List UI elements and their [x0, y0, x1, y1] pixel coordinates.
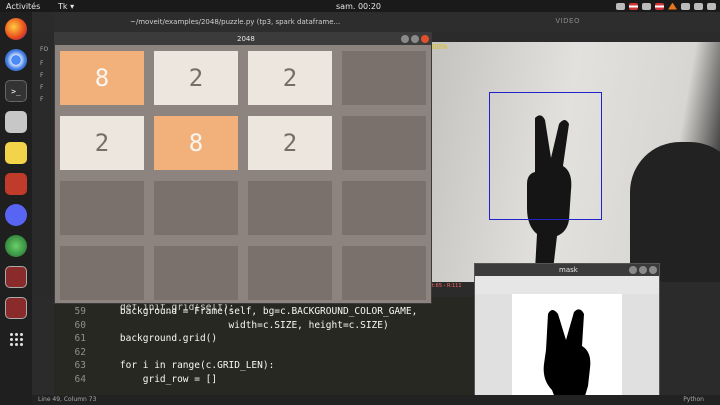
python-window-icon-2[interactable] — [5, 297, 27, 319]
dock: >_ — [0, 12, 32, 405]
line-number: 61 — [74, 333, 86, 344]
keyboard-layout-icon[interactable] — [629, 2, 638, 10]
volume-icon[interactable] — [694, 2, 703, 10]
line-text: background.grid() — [97, 333, 218, 344]
tile-r3-c2 — [248, 246, 332, 300]
code-line: 61 background.grid() — [54, 333, 476, 346]
activities-button[interactable]: Activités — [6, 2, 40, 11]
editor-title: ~/moveit/examples/2048/puzzle.py (tp3, s… — [130, 18, 341, 26]
mask-minimize-button[interactable] — [629, 266, 637, 274]
mask-hand-silhouette — [543, 309, 591, 405]
line-text: for i in range(c.GRID_LEN): — [97, 360, 275, 371]
mask-titlebar[interactable]: mask — [475, 264, 659, 276]
tile-r2-c0 — [60, 181, 144, 235]
file-tree-item[interactable]: F — [40, 72, 43, 79]
line-text: background = Frame(self, bg=c.BACKGROUND… — [97, 306, 418, 317]
maximize-button[interactable] — [411, 35, 419, 43]
line-number: 60 — [74, 319, 86, 331]
file-tree-item[interactable]: F — [40, 96, 43, 103]
discord-icon[interactable] — [5, 204, 27, 226]
files-icon[interactable] — [5, 111, 27, 133]
apps-icon[interactable] — [616, 2, 625, 10]
file-tree-item[interactable]: F — [40, 60, 43, 67]
mask-maximize-button[interactable] — [639, 266, 647, 274]
code-line: 64 grid_row = [] — [54, 374, 476, 387]
video-feed — [432, 42, 720, 282]
wifi-icon[interactable] — [681, 2, 690, 10]
tile-r2-c2 — [248, 181, 332, 235]
app-menu[interactable]: Tk ▾ — [58, 2, 74, 11]
line-number: 63 — [74, 360, 86, 371]
syntax-language[interactable]: Python — [683, 396, 704, 403]
tile-r2-c1 — [154, 181, 238, 235]
tile-r3-c1 — [154, 246, 238, 300]
line-number: 59 — [74, 306, 86, 317]
system-tray[interactable] — [616, 0, 716, 12]
tile-r3-c3 — [342, 246, 426, 300]
show-apps-icon[interactable] — [5, 328, 27, 350]
minimize-button[interactable] — [401, 35, 409, 43]
tile-r1-c0: 2 — [60, 116, 144, 170]
language-icon[interactable] — [655, 2, 664, 10]
tools-icon[interactable] — [5, 173, 27, 195]
file-tree: FO F F F F — [32, 32, 54, 297]
firefox-icon[interactable] — [5, 18, 27, 40]
cursor-position: Line 49, Column 73 — [38, 396, 97, 403]
vlc-icon[interactable] — [668, 2, 677, 10]
tile-r0-c2: 2 — [248, 51, 332, 105]
tile-r3-c0 — [60, 246, 144, 300]
video-window-label: VIDEO — [555, 17, 580, 25]
close-button[interactable] — [421, 35, 429, 43]
code-editor[interactable]: def init_grid(self): 59 background = Fra… — [54, 297, 476, 395]
tile-r2-c3 — [342, 181, 426, 235]
tile-r0-c3 — [342, 51, 426, 105]
editor-titlebar: ~/moveit/examples/2048/puzzle.py (tp3, s… — [54, 12, 720, 32]
game-titlebar[interactable]: 2048 — [55, 33, 431, 45]
tile-r0-c1: 2 — [154, 51, 238, 105]
code-line: 60 width=c.SIZE, height=c.SIZE) — [54, 320, 476, 333]
tile-r1-c3 — [342, 116, 426, 170]
top-panel: Activités Tk ▾ sam. 00:20 — [0, 0, 720, 12]
file-tree-item[interactable]: F — [40, 84, 43, 91]
line-number: 64 — [74, 373, 86, 385]
mask-toolbar — [475, 276, 659, 294]
file-tree-item[interactable]: FO — [40, 46, 48, 53]
code-line: 63 for i in range(c.GRID_LEN): — [54, 360, 476, 373]
editor-statusbar: Line 49, Column 73 Python — [32, 395, 720, 405]
terminal-icon[interactable]: >_ — [5, 80, 27, 102]
line-number: 62 — [74, 346, 86, 358]
notes-icon[interactable] — [5, 142, 27, 164]
network-icon[interactable] — [642, 2, 651, 10]
mask-close-button[interactable] — [649, 266, 657, 274]
mask-canvas — [512, 294, 622, 405]
python-window-icon[interactable] — [5, 266, 27, 288]
line-text: grid_row = [] — [97, 373, 218, 385]
mask-window[interactable]: mask — [474, 263, 660, 405]
code-line: 62 — [54, 347, 476, 360]
game-title: 2048 — [237, 35, 255, 43]
mask-title: mask — [559, 266, 578, 274]
game-board[interactable]: 822282 — [55, 45, 431, 303]
chromium-icon[interactable] — [5, 49, 27, 71]
hand-detection-box — [489, 92, 602, 220]
globe-icon[interactable] — [5, 235, 27, 257]
tile-r1-c2: 2 — [248, 116, 332, 170]
game-window[interactable]: 2048 822282 — [54, 32, 432, 304]
clock[interactable]: sam. 00:20 — [336, 2, 381, 11]
tile-r0-c0: 8 — [60, 51, 144, 105]
code-line: 59 background = Frame(self, bg=c.BACKGRO… — [54, 306, 476, 319]
person-silhouette — [630, 142, 720, 282]
line-text: width=c.SIZE, height=c.SIZE) — [97, 319, 389, 331]
tile-r1-c1: 8 — [154, 116, 238, 170]
power-icon[interactable] — [707, 2, 716, 10]
video-overlay-text: 00% — [432, 43, 448, 51]
